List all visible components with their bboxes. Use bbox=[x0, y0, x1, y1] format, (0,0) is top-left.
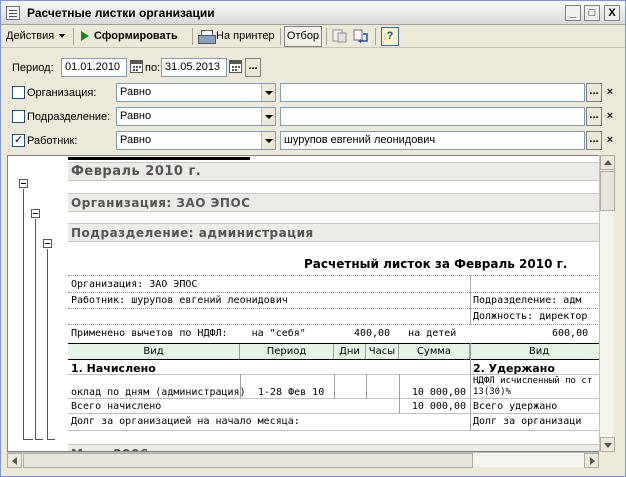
total-withheld-label: Всего удержано bbox=[473, 401, 558, 412]
scroll-thumb[interactable] bbox=[600, 171, 615, 211]
scroll-right-button[interactable] bbox=[584, 453, 599, 468]
filter-checkbox[interactable] bbox=[12, 110, 25, 123]
generate-button[interactable]: Сформировать bbox=[81, 27, 178, 46]
app-icon bbox=[6, 6, 20, 20]
close-icon[interactable]: × bbox=[603, 107, 617, 126]
organization-info: Организация: ЗАО ЭПОС bbox=[71, 279, 198, 290]
period-from-input[interactable]: 01.01.2010 bbox=[61, 58, 127, 77]
column-header-kind: Вид bbox=[68, 344, 240, 359]
scroll-thumb-horizontal[interactable] bbox=[23, 453, 473, 468]
collapse-icon[interactable] bbox=[43, 239, 52, 248]
period-select-button[interactable]: ... bbox=[245, 58, 261, 77]
filter-condition-value: Равно bbox=[120, 110, 152, 122]
filter-condition-select[interactable]: Равно bbox=[116, 131, 276, 150]
filter-condition-value: Равно bbox=[120, 86, 152, 98]
horizontal-scrollbar[interactable] bbox=[7, 452, 599, 468]
chevron-down-icon[interactable] bbox=[261, 84, 275, 101]
close-button[interactable]: X bbox=[604, 5, 620, 21]
deductions-info: Применено вычетов по НДФЛ: на "себя" 400… bbox=[71, 328, 457, 339]
month-band: Февраль 2010 г. bbox=[68, 162, 608, 181]
position-info: Должность: директор bbox=[473, 311, 588, 322]
close-icon[interactable]: × bbox=[603, 131, 617, 150]
help-button[interactable]: ? bbox=[381, 27, 399, 46]
scroll-down-button[interactable] bbox=[600, 437, 615, 452]
period-to-input[interactable]: 31.05.2013 bbox=[161, 58, 227, 77]
filter-label: Подразделение: bbox=[27, 111, 111, 123]
period-label: Период: bbox=[12, 62, 54, 74]
calendar-icon[interactable] bbox=[229, 60, 242, 73]
sheet-title: Расчетный листок за Февраль 2010 г. bbox=[304, 257, 568, 271]
chevron-down-icon[interactable] bbox=[261, 132, 275, 149]
filter-condition-value: Равно bbox=[120, 134, 152, 146]
generate-label: Сформировать bbox=[94, 30, 178, 42]
period-to-label: по: bbox=[145, 62, 161, 74]
debt-org-label: Долг за организацией на начало месяца: bbox=[71, 416, 300, 427]
column-header-kind-withheld: Вид bbox=[470, 344, 608, 359]
collapse-icon[interactable] bbox=[19, 179, 28, 188]
title-bar: Расчетные листки организации _ □ X bbox=[1, 1, 625, 25]
calendar-icon[interactable] bbox=[130, 60, 143, 73]
accrual-period: 1-28 Фев 10 bbox=[258, 387, 325, 398]
withheld-kind-line2: 13(30)% bbox=[473, 387, 511, 397]
report-window: Расчетные листки организации _ □ X Дейст… bbox=[0, 0, 626, 477]
organization-band: Организация: ЗАО ЭПОС bbox=[68, 193, 608, 212]
play-icon bbox=[81, 31, 89, 42]
scroll-left-button[interactable] bbox=[7, 453, 22, 468]
settings-icon[interactable] bbox=[332, 29, 348, 44]
toolbar: Действия Сформировать На принтер Отбор ? bbox=[1, 25, 625, 48]
filter-condition-select[interactable]: Равно bbox=[116, 107, 276, 126]
chevron-down-icon[interactable] bbox=[261, 108, 275, 125]
column-header-hours: Часы bbox=[366, 344, 399, 359]
maximize-button[interactable]: □ bbox=[584, 5, 600, 21]
filter-value-input[interactable] bbox=[280, 83, 585, 102]
report-document[interactable]: Февраль 2010 г. Организация: ЗАО ЭПОС По… bbox=[7, 155, 613, 452]
collapse-icon[interactable] bbox=[31, 209, 40, 218]
filter-select-button[interactable]: ... bbox=[586, 131, 602, 150]
department-band: Подразделение: администрация bbox=[68, 223, 608, 242]
filter-select-button[interactable]: ... bbox=[586, 107, 602, 126]
filter-checkbox[interactable]: ✓ bbox=[12, 134, 25, 147]
window-title: Расчетные листки организации bbox=[27, 6, 215, 20]
close-icon[interactable]: × bbox=[603, 83, 617, 102]
filter-value-input[interactable]: шурупов евгений леонидович bbox=[280, 131, 585, 150]
total-accrued-label: Всего начислено bbox=[71, 401, 162, 412]
withheld-kind-line1: НДФЛ исчисленный по ст bbox=[473, 376, 593, 386]
column-header-sum: Сумма bbox=[399, 344, 470, 359]
department-info: Подразделение: адм bbox=[473, 295, 582, 306]
print-button[interactable]: На принтер bbox=[216, 27, 275, 46]
minimize-button[interactable]: _ bbox=[565, 5, 581, 21]
column-header-period: Период bbox=[240, 344, 334, 359]
refresh-icon[interactable] bbox=[353, 29, 369, 44]
next-month-band: Март 2006 г. bbox=[68, 444, 608, 451]
filter-checkbox[interactable] bbox=[12, 86, 25, 99]
total-accrued-sum: 10 000,00 bbox=[411, 401, 466, 412]
chevron-down-icon bbox=[59, 34, 66, 39]
filter-value-input[interactable] bbox=[280, 107, 585, 126]
scroll-up-button[interactable] bbox=[600, 155, 615, 170]
actions-menu[interactable]: Действия bbox=[6, 27, 66, 46]
debt-org-right: Долг за организаци bbox=[473, 416, 582, 427]
filter-condition-select[interactable]: Равно bbox=[116, 83, 276, 102]
actions-label: Действия bbox=[6, 30, 55, 42]
filter-select-button[interactable]: ... bbox=[586, 83, 602, 102]
filter-label: Организация: bbox=[27, 87, 97, 99]
employee-info: Работник: шурупов евгений леонидович bbox=[71, 295, 288, 306]
accrual-kind: оклад по дням (администрация) bbox=[71, 387, 246, 398]
selection-button[interactable]: Отбор bbox=[284, 26, 322, 47]
vertical-scrollbar[interactable] bbox=[599, 155, 615, 452]
accrual-sum: 10 000,00 bbox=[411, 387, 466, 398]
printer-icon[interactable] bbox=[198, 30, 216, 44]
filter-label: Работник: bbox=[27, 135, 78, 147]
column-header-days: Дни bbox=[334, 344, 366, 359]
